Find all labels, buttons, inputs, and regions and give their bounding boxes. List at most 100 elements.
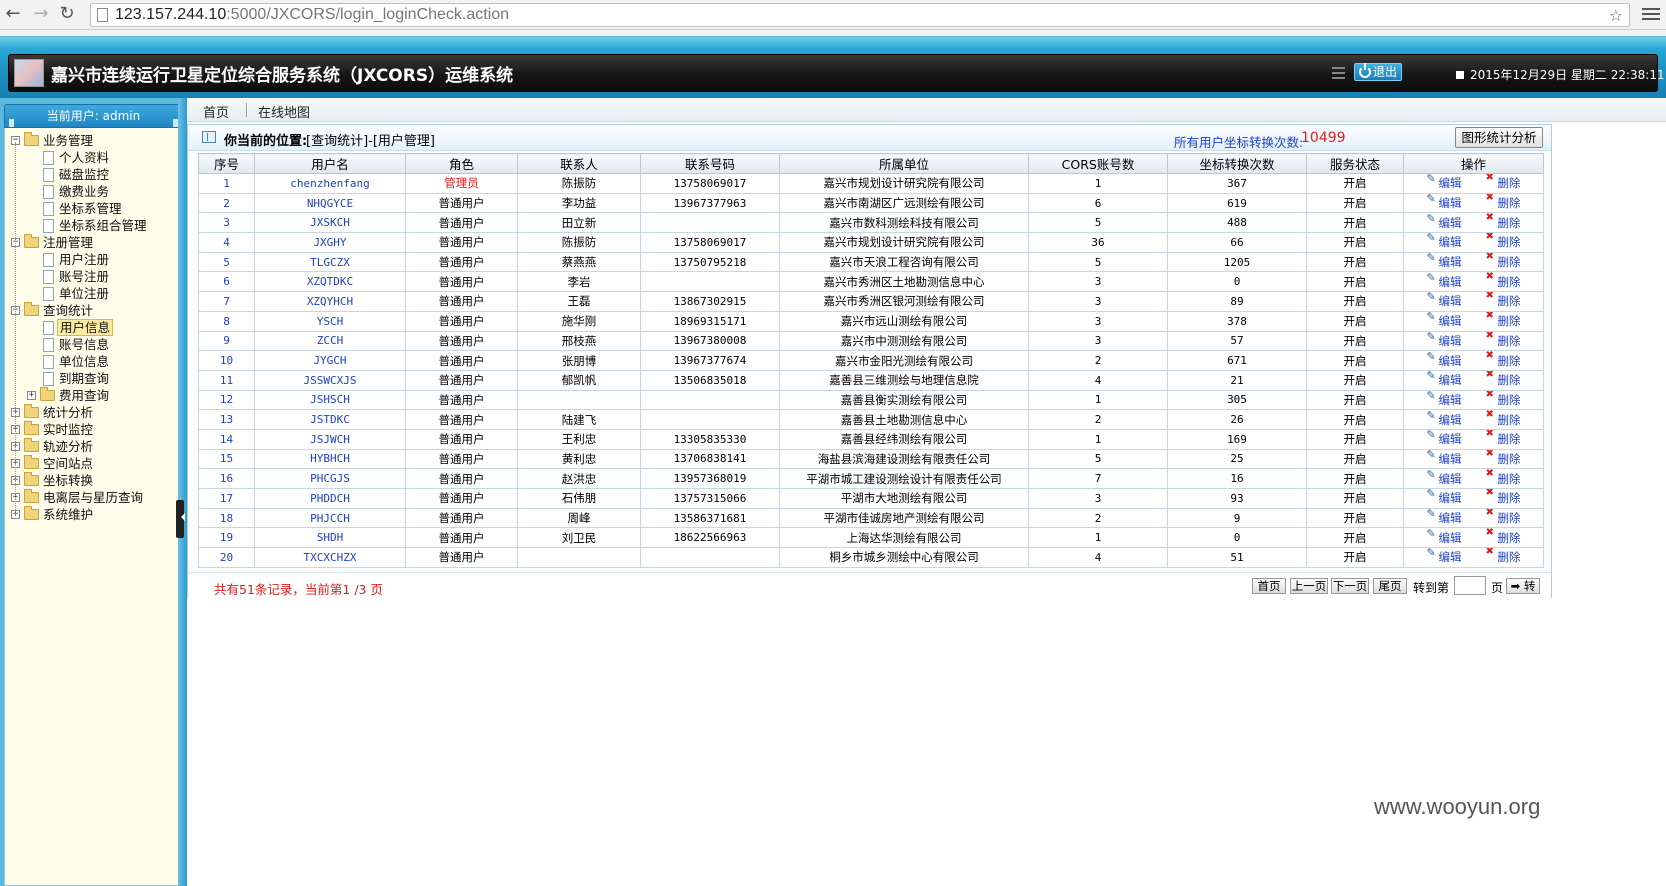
table-cell: 3 xyxy=(1028,488,1168,509)
first-page-button[interactable]: 首页 xyxy=(1252,578,1286,594)
column-header[interactable]: CORS账号数 xyxy=(1028,153,1168,174)
list-icon[interactable] xyxy=(1332,67,1345,79)
table-cell: 邢枝燕 xyxy=(517,330,641,352)
delete-link[interactable]: 删除 xyxy=(1486,312,1521,329)
delete-link[interactable]: 删除 xyxy=(1486,273,1521,290)
browser-toolbar: ← → ↻ 123.157.244.10:5000/JXCORS/login_l… xyxy=(0,0,1666,30)
column-header[interactable]: 所属单位 xyxy=(779,153,1029,174)
delete-link[interactable]: 删除 xyxy=(1486,234,1521,250)
delete-link[interactable]: 删除 xyxy=(1486,489,1521,506)
table-cell: 开启 xyxy=(1306,409,1404,430)
table-cell: 嘉善县衡实测绘有限公司 xyxy=(779,389,1029,411)
table-row: 16 PHCGJS 普通用户 赵洪忠 13957368019 平湖市城工建设测绘设计有限责… xyxy=(198,468,1544,489)
delete-link[interactable]: 删除 xyxy=(1486,470,1521,487)
table-cell: 1 xyxy=(1028,389,1168,411)
document-icon xyxy=(43,219,54,233)
edit-link[interactable]: 编辑 xyxy=(1427,234,1462,250)
edit-link[interactable]: 编辑 xyxy=(1427,352,1462,369)
delete-link[interactable]: 删除 xyxy=(1486,450,1521,467)
edit-link[interactable]: 编辑 xyxy=(1427,529,1462,546)
delete-link[interactable]: 删除 xyxy=(1486,509,1521,526)
pagination: 共有51条记录，当前第1 /3 页 首页 上一页 下一页 尾页 转到第 页 ➡ … xyxy=(188,572,1551,598)
nav-tree: − 业务管理 个人资料 磁盘监控 缴费业务 坐标系管理 坐标系组合管理 − 注册管理 用户注册 账号… xyxy=(4,128,183,886)
bookmark-star-icon[interactable]: ☆ xyxy=(1609,6,1623,25)
delete-link[interactable]: 删除 xyxy=(1486,332,1521,349)
back-arrow-icon[interactable]: ← xyxy=(2,3,24,25)
delete-link[interactable]: 删除 xyxy=(1486,352,1521,369)
edit-link[interactable]: 编辑 xyxy=(1427,194,1462,211)
table-cell: 普通用户 xyxy=(405,428,518,450)
table-cell: ZCCH xyxy=(254,330,406,352)
tab-online-map[interactable]: 在线地图 xyxy=(258,102,310,121)
table-cell: 26 xyxy=(1167,409,1307,430)
edit-link[interactable]: 编辑 xyxy=(1427,470,1462,487)
browser-menu-icon[interactable] xyxy=(1642,6,1660,22)
column-header[interactable]: 联系号码 xyxy=(640,153,780,174)
folder-icon xyxy=(40,387,55,401)
table-cell: 开启 xyxy=(1306,192,1404,214)
delete-link[interactable]: 删除 xyxy=(1486,371,1521,388)
edit-link[interactable]: 编辑 xyxy=(1427,549,1462,565)
column-header[interactable]: 角色 xyxy=(405,153,518,174)
table-cell: 671 xyxy=(1167,350,1307,371)
column-header[interactable]: 坐标转换次数 xyxy=(1167,153,1307,174)
table-cell: 1 xyxy=(1028,173,1168,194)
main-tabs: 首页 在线地图 xyxy=(187,98,1666,122)
edit-link[interactable]: 编辑 xyxy=(1427,411,1462,428)
prev-page-button[interactable]: 上一页 xyxy=(1290,578,1328,594)
collapse-sidebar-handle[interactable] xyxy=(176,500,185,538)
address-bar[interactable]: 123.157.244.10:5000/JXCORS/login_loginCh… xyxy=(90,3,1630,27)
table-cell: 1 xyxy=(1028,527,1168,549)
delete-link[interactable]: 删除 xyxy=(1486,253,1521,270)
table-cell: 开启 xyxy=(1306,310,1404,332)
edit-link[interactable]: 编辑 xyxy=(1427,371,1462,388)
edit-link[interactable]: 编辑 xyxy=(1427,332,1462,349)
delete-link[interactable]: 删除 xyxy=(1486,391,1521,408)
delete-link[interactable]: 删除 xyxy=(1486,549,1521,565)
edit-link[interactable]: 编辑 xyxy=(1427,489,1462,506)
delete-link[interactable]: 删除 xyxy=(1486,411,1521,428)
table-cell: 2 xyxy=(1028,350,1168,371)
edit-link[interactable]: 编辑 xyxy=(1427,509,1462,526)
delete-link[interactable]: 删除 xyxy=(1486,293,1521,309)
logout-button[interactable]: 退出 xyxy=(1354,63,1402,81)
edit-link[interactable]: 编辑 xyxy=(1427,430,1462,447)
chart-analysis-button[interactable]: 图形统计分析 xyxy=(1455,127,1543,148)
go-button[interactable]: ➡ 转 xyxy=(1506,578,1540,594)
table-cell: 开启 xyxy=(1306,527,1404,549)
sidebar-item-label: 账号信息 xyxy=(59,337,110,352)
column-header[interactable]: 联系人 xyxy=(517,153,641,174)
sidebar-item-label: 磁盘监控 xyxy=(59,167,110,182)
expand-icon[interactable]: + xyxy=(27,391,36,400)
column-header[interactable]: 序号 xyxy=(198,153,255,174)
table-cell: 10 xyxy=(198,350,255,371)
delete-link[interactable]: 删除 xyxy=(1486,529,1521,546)
last-page-button[interactable]: 尾页 xyxy=(1373,578,1407,594)
delete-link[interactable]: 删除 xyxy=(1486,194,1521,211)
forward-arrow-icon[interactable]: → xyxy=(30,3,52,25)
column-header[interactable]: 操作 xyxy=(1403,153,1544,174)
edit-link[interactable]: 编辑 xyxy=(1427,312,1462,329)
column-header[interactable]: 用户名 xyxy=(254,153,406,174)
sidebar-item-label: 缴费业务 xyxy=(59,184,110,199)
edit-link[interactable]: 编辑 xyxy=(1427,450,1462,467)
edit-link[interactable]: 编辑 xyxy=(1427,391,1462,408)
table-cell: 平湖市大地测绘有限公司 xyxy=(779,488,1029,509)
edit-link[interactable]: 编辑 xyxy=(1427,293,1462,309)
edit-link[interactable]: 编辑 xyxy=(1427,273,1462,290)
edit-link[interactable]: 编辑 xyxy=(1427,214,1462,231)
reload-icon[interactable]: ↻ xyxy=(56,3,78,25)
table-cell: 刘卫民 xyxy=(517,527,641,549)
edit-link[interactable]: 编辑 xyxy=(1427,253,1462,270)
page-number-input[interactable] xyxy=(1454,576,1486,595)
edit-link[interactable]: 编辑 xyxy=(1427,174,1462,191)
table-cell: 赵洪忠 xyxy=(517,468,641,489)
delete-link[interactable]: 删除 xyxy=(1486,174,1521,191)
column-header[interactable]: 服务状态 xyxy=(1306,153,1404,174)
next-page-button[interactable]: 下一页 xyxy=(1331,578,1369,594)
tab-home[interactable]: 首页 xyxy=(203,102,229,121)
table-cell: 普通用户 xyxy=(405,291,518,312)
delete-link[interactable]: 删除 xyxy=(1486,430,1521,447)
delete-link[interactable]: 删除 xyxy=(1486,214,1521,231)
table-header: 序号 用户名 角色 联系人 联系号码 所属单位 CORS账号数 坐标转换次数 服务状态 操作 xyxy=(198,153,1544,174)
